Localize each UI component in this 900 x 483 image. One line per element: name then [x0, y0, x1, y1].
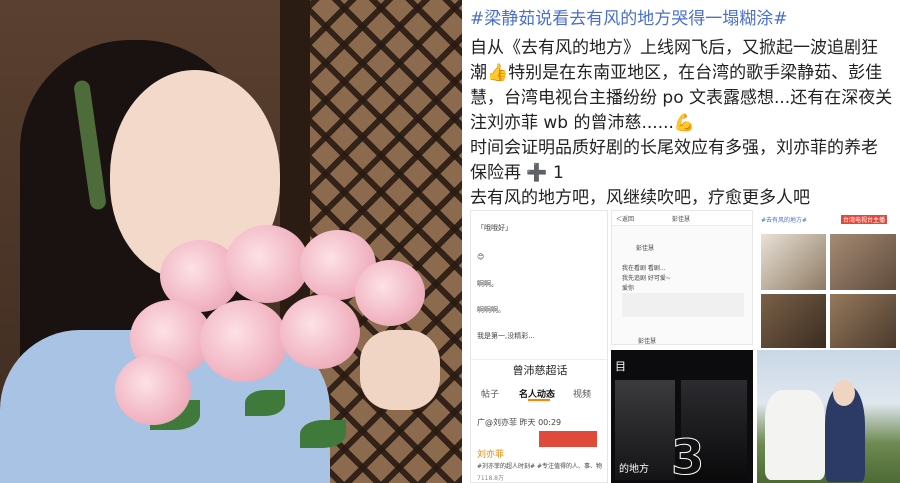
screenshot-horse-photo: [757, 350, 900, 483]
tab-posts[interactable]: 帖子: [481, 387, 499, 400]
rose: [200, 300, 288, 382]
view-count: 7118.8万: [477, 475, 504, 482]
post-line: 注刘亦菲 wb 的曾沛慈......💪: [470, 113, 696, 133]
tab-videos[interactable]: 视频: [573, 387, 591, 400]
stills-hashtag[interactable]: #去有风的地方#: [761, 215, 807, 224]
quoted-card[interactable]: [622, 293, 744, 317]
screenshot-stills: #去有风的地方# 台湾电视台主播: [757, 210, 900, 350]
profile-text: 爱你: [622, 285, 635, 292]
post-line: 保险再 ➕ 1: [470, 163, 564, 183]
poster-title: 的地方: [619, 464, 649, 475]
rose: [225, 225, 309, 303]
white-horse: [765, 390, 825, 480]
woman-head: [833, 380, 855, 406]
chat-line: 啊啊。: [477, 280, 498, 288]
post-line: 去有风的地方吧，风继续吹吧，疗愈更多人吧: [470, 188, 810, 208]
chat-line: 啊啊啊。: [477, 306, 505, 314]
profile-title: 彭佳慧: [672, 216, 691, 223]
post-hashtag[interactable]: #梁静茹说看去有风的地方哭得一塌糊涂#: [470, 4, 788, 29]
chat-line: 😊: [477, 253, 485, 261]
screenshot-chat: 「哦哦好」 😊 啊啊。 啊啊啊。 我是第一,没精彩... 曾沛慈超话 帖子 名人…: [470, 210, 608, 483]
post-meta: 广@刘亦菲 昨天 00:29: [477, 418, 562, 427]
post-line: 慧，台湾电视台主播纷纷 po 文表露感想...还有在深夜关: [470, 88, 893, 108]
back-button[interactable]: ＜返回: [616, 214, 634, 223]
post-line: 时间会证明品质好剧的长尾效应有多强，刘亦菲的养老: [470, 138, 878, 158]
screenshot-poster: 目 的地方 3: [611, 350, 753, 483]
stills-badge: 台湾电视台主播: [841, 215, 888, 224]
profile-name: 彭佳慧: [638, 338, 657, 345]
leaf: [300, 420, 346, 448]
post-line: 潮👍特别是在东南亚地区，在台湾的歌手梁静茹、彭佳: [470, 63, 883, 83]
still-image[interactable]: [830, 294, 896, 348]
super-topic-title: 曾沛慈超话: [471, 359, 607, 382]
profile-name: 彭佳慧: [636, 245, 655, 252]
poster-label: 目: [615, 360, 626, 373]
screenshot-profile: ＜返回 彭佳慧 彭佳慧 我在看剧 看剧... 我先追剧 好可爱~ 爱你 彭佳慧: [611, 210, 753, 345]
still-image[interactable]: [761, 234, 826, 290]
post-text-panel: #梁静茹说看去有风的地方哭得一塌糊涂# 自从《去有风的地方》上线网飞后，又掀起一…: [470, 0, 900, 210]
hero-photo: [0, 0, 462, 483]
chat-line: 我是第一,没精彩...: [477, 332, 535, 340]
rose: [280, 295, 360, 369]
rose: [355, 260, 425, 326]
still-image[interactable]: [761, 294, 826, 348]
author-name[interactable]: 刘亦菲: [477, 447, 504, 460]
rose: [115, 355, 191, 425]
profile-text: 我先追剧 好可爱~: [622, 275, 671, 282]
post-line: 自从《去有风的地方》上线网飞后，又掀起一波追剧狂: [470, 38, 878, 58]
profile-text: 我在看剧 看剧...: [622, 265, 666, 272]
chat-line: 「哦哦好」: [477, 224, 512, 232]
hand: [360, 330, 440, 410]
post-description: #刘亦菲的超人时刻# #专注值得的人、事、物: [477, 463, 602, 470]
poster-number: 3: [670, 430, 705, 483]
leaf: [245, 390, 285, 416]
tab-underline: [528, 399, 550, 401]
still-image[interactable]: [830, 234, 896, 290]
red-tag: [539, 431, 597, 447]
